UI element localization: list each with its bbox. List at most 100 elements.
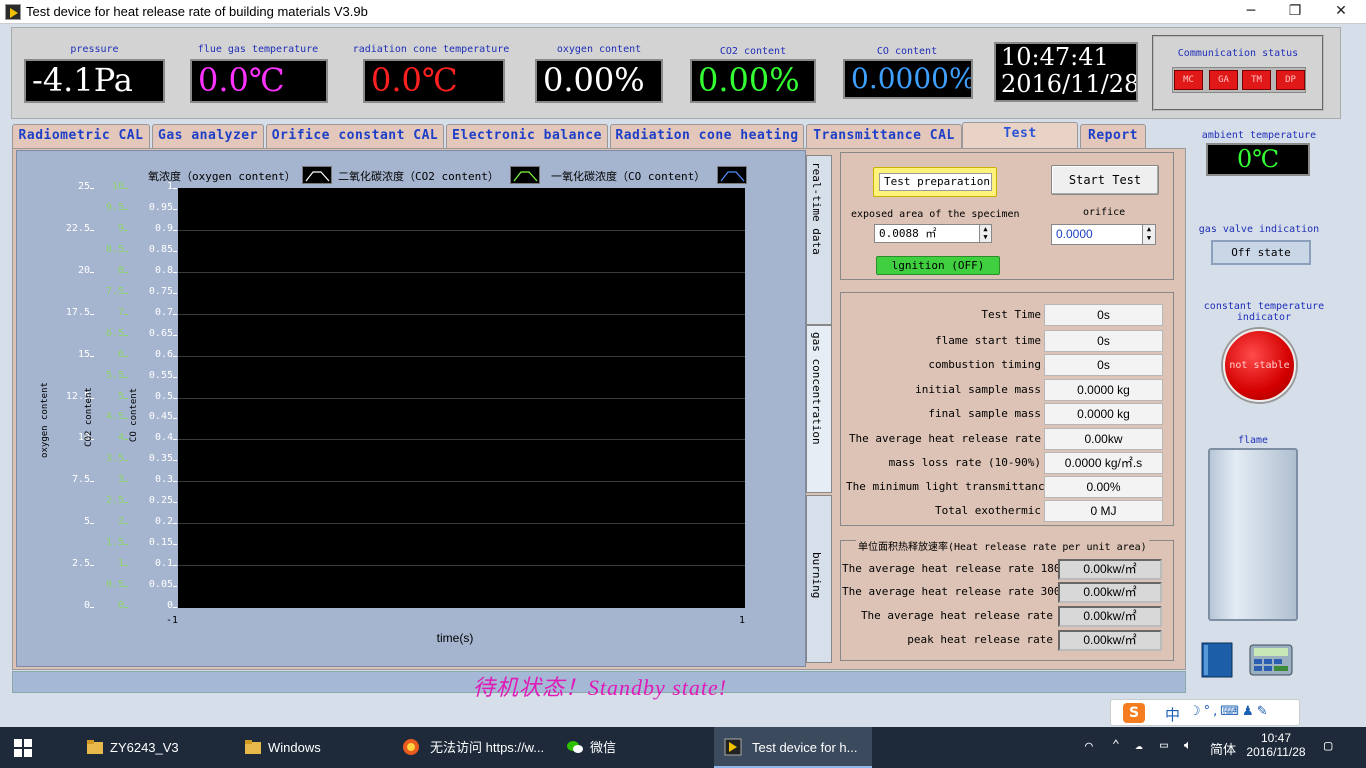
tab-electronic-balance[interactable]: Electronic balance [446, 124, 608, 148]
axis-tick-mark [173, 188, 177, 189]
tab-radiometric-cal[interactable]: Radiometric CAL [12, 124, 150, 148]
axis-2-tick: 0.9 [154, 222, 173, 234]
exposed-area-field[interactable]: 0.0088 ㎡ [874, 224, 980, 243]
ime-lang[interactable]: 中 [1165, 704, 1180, 725]
x-tick-min: -1 [166, 615, 179, 626]
result-value: 0.0000 kg/㎡.s [1044, 452, 1163, 474]
taskbar-item-browser[interactable]: 无法访问 https://w... [392, 727, 552, 768]
taskbar-item-test-device[interactable]: Test device for h... [714, 727, 872, 768]
taskbar-item-zy6243[interactable]: ZY6243_V3 [76, 727, 232, 768]
sogou-icon[interactable]: S [1123, 703, 1145, 723]
flue-gas-temperature-value: 0.0℃ [198, 61, 285, 99]
exposed-area-label: exposed area of the specimen [851, 209, 1020, 220]
vtab-burning[interactable]: burning [806, 495, 832, 663]
taskbar-item-wechat[interactable]: 微信 [556, 727, 712, 768]
result-value: 0s [1044, 330, 1163, 352]
vtab-real-time-data[interactable]: real-time data [806, 155, 832, 325]
test-preparation-button[interactable]: Test preparation [873, 167, 997, 197]
communication-status-group: Communication status MC GA TM DP [1152, 35, 1324, 111]
axis-tick-mark [173, 481, 177, 483]
windows-start-icon[interactable] [14, 739, 32, 757]
legend-oxygen-swatch [302, 166, 332, 184]
radiation-cone-temperature-label: radiation cone temperature [352, 44, 510, 55]
battery-icon[interactable]: ▭ [1160, 738, 1168, 753]
axis-tick-mark [173, 313, 177, 315]
tab-orifice-constant-cal[interactable]: Orifice constant CAL [266, 124, 444, 148]
axis-2-tick: 0.25 [148, 495, 173, 507]
axis-tick-mark [173, 397, 177, 399]
axis-1-tick: 8 [117, 264, 124, 276]
status-text: 待机状态！Standby state! [472, 675, 728, 700]
test-preparation-label: Test preparation [879, 173, 992, 191]
minimize-button[interactable]: ─ [1228, 0, 1274, 24]
axis-1-tick: 6.5 [105, 327, 124, 339]
axis-2-tick: 0.8 [154, 264, 173, 276]
pressure-value: -4.1Pa [32, 61, 133, 99]
ime-indicator[interactable]: 简体 [1210, 739, 1236, 758]
unit-area-value: 0.00kw/㎡ [1058, 582, 1162, 603]
result-value: 0.00kw [1044, 428, 1163, 450]
taskbar-date: 2016/11/28 [1246, 745, 1306, 759]
unit-area-label: The average heat release rate 300s [842, 585, 1068, 598]
orifice-stepper[interactable]: ▲ ▼ [1142, 224, 1156, 245]
taskbar-item-windows[interactable]: Windows [234, 727, 390, 768]
axis-tick-mark [173, 586, 177, 588]
tab-gas-analyzer[interactable]: Gas analyzer [152, 124, 264, 148]
vtab-burning-label: burning [810, 552, 823, 599]
axis-1-tick: 4.5 [105, 411, 124, 423]
gridline [178, 439, 745, 441]
unit-area-label: peak heat release rate [907, 633, 1053, 646]
tab-radiation-cone-heating[interactable]: Radiation cone heating [610, 124, 804, 148]
calculator-icon[interactable] [1248, 643, 1294, 677]
constant-temperature-label: constant temperature indicator [1203, 301, 1325, 323]
axis-1-tick: 6 [117, 348, 124, 360]
ignition-button[interactable]: lgnition (OFF) [876, 256, 1000, 275]
title-bar: Test device for heat release rate of bui… [0, 0, 1366, 24]
constant-temperature-indicator: not stable [1223, 329, 1296, 402]
tab-test[interactable]: Test [962, 122, 1078, 149]
axis-1-tick: 7.5 [105, 285, 124, 297]
co-content-value: 0.0000% [851, 62, 973, 95]
volume-icon[interactable]: 🔈︎ [1184, 738, 1192, 753]
co2-axis-label: CO2 content [84, 387, 94, 447]
tab-transmittance-cal[interactable]: Transmittance CAL [806, 124, 962, 148]
network-icon[interactable]: ☁ [1135, 738, 1143, 753]
axis-1-tick: 5.5 [105, 369, 124, 381]
flame-gauge [1208, 448, 1298, 621]
chevron-up-icon[interactable]: ⌃ [1112, 738, 1120, 753]
start-test-button[interactable]: Start Test [1051, 165, 1159, 195]
window-title: Test device for heat release rate of bui… [26, 4, 368, 19]
axis-2-tick: 0.85 [148, 243, 173, 255]
taskbar: ZY6243_V3 Windows 无法访问 https://w... 微信 T… [0, 727, 1366, 768]
ambient-temperature-label: ambient temperature [1201, 130, 1317, 141]
axis-1-tick: 7 [117, 306, 124, 318]
unit-area-value: 0.00kw/㎡ [1058, 606, 1162, 627]
ime-toolbar[interactable]: S 中 ☽°,⌨♟✎ [1110, 699, 1300, 726]
taskbar-clock[interactable]: 10:47 2016/11/28 [1244, 731, 1308, 759]
exposed-area-stepper[interactable]: ▲ ▼ [979, 224, 992, 243]
axis-tick-mark [173, 607, 177, 608]
ime-options-icon[interactable]: ☽°,⌨♟✎ [1189, 704, 1271, 719]
axis-2-tick: 0.05 [148, 579, 173, 591]
maximize-button[interactable]: ❐ [1272, 0, 1318, 24]
axis-1-tick: 5 [117, 390, 124, 402]
axis-tick-mark [173, 376, 177, 378]
oxygen-axis-label: oxygen content [40, 382, 50, 458]
x-tick-max: 1 [739, 615, 746, 626]
orifice-field[interactable]: 0.0000 [1051, 224, 1143, 245]
book-icon[interactable] [1198, 641, 1238, 679]
wifi-icon[interactable]: ◠ [1085, 739, 1103, 755]
vtab-gas-concentration[interactable]: gas concentration [806, 325, 832, 493]
axis-2-tick: 0.65 [148, 327, 173, 339]
axis-1-tick: 0.5 [105, 579, 124, 591]
close-button[interactable]: ✕ [1318, 0, 1364, 24]
unit-area-value: 0.00kw/㎡ [1058, 559, 1162, 580]
chart-plot-area[interactable] [178, 188, 745, 608]
tab-report[interactable]: Report [1080, 124, 1146, 148]
notification-icon[interactable]: ▢ [1324, 738, 1332, 754]
radiation-cone-temperature-value: 0.0℃ [371, 61, 458, 99]
result-label: mass loss rate (10-90%) [888, 456, 1041, 469]
co2-content-display: 0.00% [690, 59, 816, 103]
oxygen-content-label: oxygen content [556, 44, 642, 55]
led-dp: DP [1276, 70, 1305, 90]
